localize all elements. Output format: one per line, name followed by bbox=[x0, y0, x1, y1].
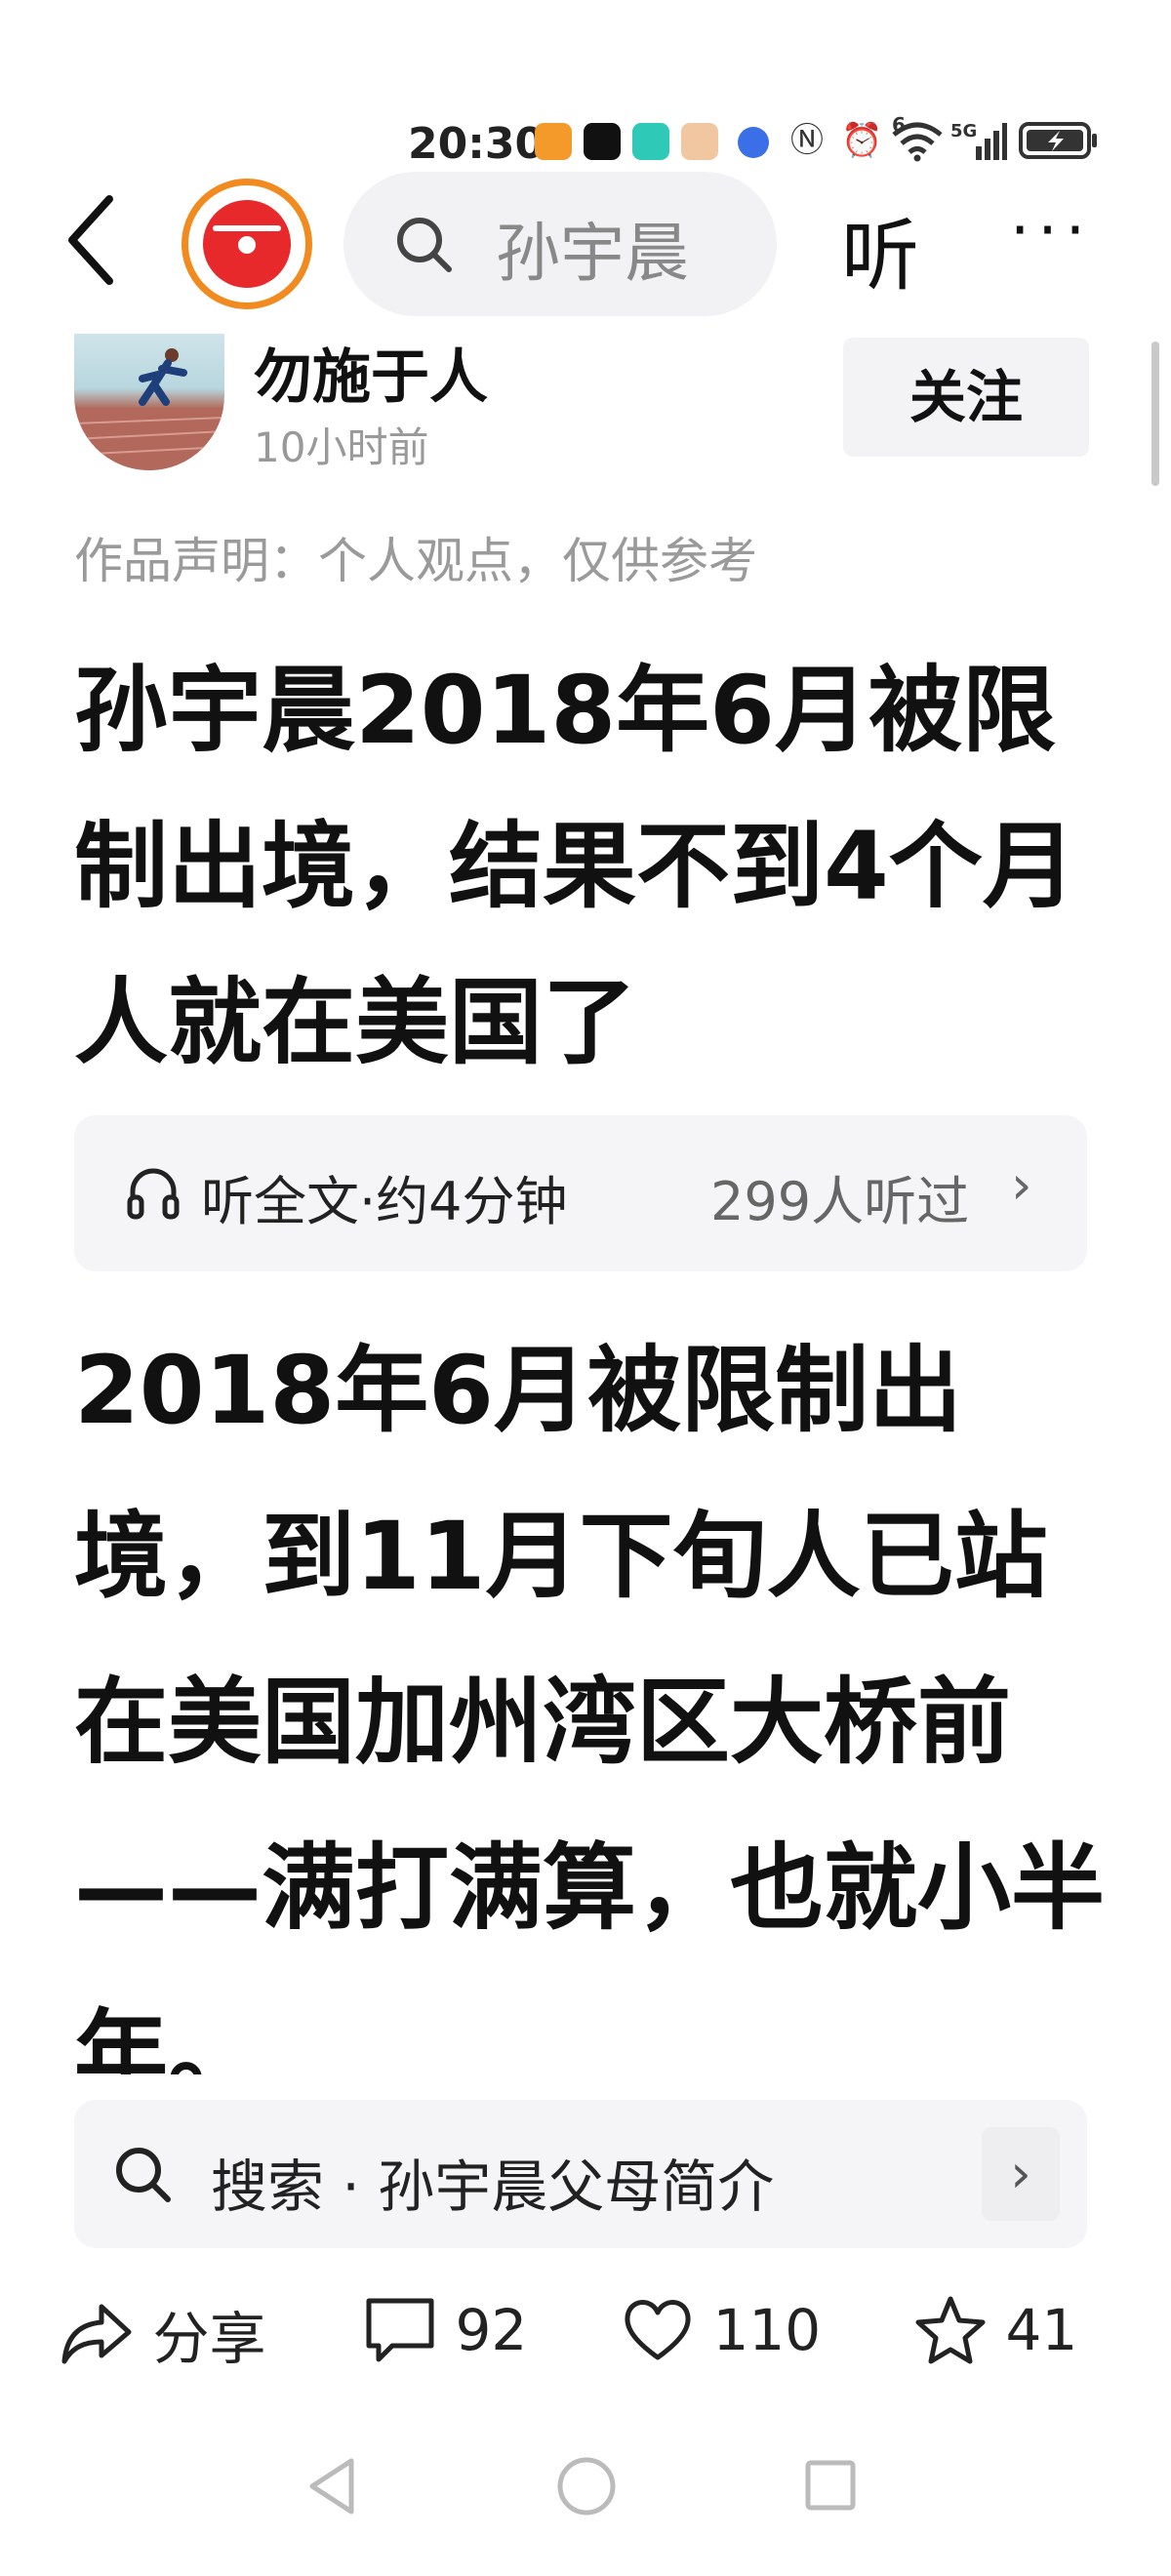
like-count: 110 bbox=[712, 2297, 822, 2363]
red-envelope-icon bbox=[203, 200, 291, 288]
status-time: 20:30 bbox=[408, 119, 545, 169]
chevron-right-icon: › bbox=[1011, 1154, 1032, 1216]
share-icon bbox=[61, 2304, 132, 2364]
star-icon bbox=[915, 2296, 986, 2364]
nav-recents-icon[interactable] bbox=[800, 2447, 859, 2525]
search-suggestion-text: 搜索 · 孙宇晨父母简介 bbox=[211, 2153, 775, 2220]
like-button[interactable]: 110 bbox=[621, 2293, 821, 2381]
app-notification-icon bbox=[681, 123, 718, 160]
search-suggestion-card[interactable]: 搜索 · 孙宇晨父母简介 › bbox=[74, 2100, 1087, 2248]
share-button[interactable]: 分享 bbox=[61, 2293, 265, 2381]
headphones-icon bbox=[127, 1168, 180, 1220]
status-bar: 20:30 Ⓝ ⏰ 6 5G bbox=[0, 57, 1171, 169]
listen-count: 299人听过 bbox=[710, 1171, 970, 1232]
favorite-count: 41 bbox=[1005, 2297, 1078, 2363]
signal-icon bbox=[976, 123, 1007, 160]
nfc-icon: Ⓝ bbox=[790, 121, 824, 160]
author-name[interactable]: 勿施于人 bbox=[254, 330, 488, 415]
listen-full-article-card[interactable]: 听全文·约4分钟 299人听过 › bbox=[74, 1115, 1087, 1271]
search-query: 孙宇晨 bbox=[496, 216, 689, 291]
app-logo-icon[interactable] bbox=[182, 179, 312, 309]
comment-count: 92 bbox=[455, 2297, 528, 2363]
share-label: 分享 bbox=[152, 2306, 266, 2372]
back-button[interactable] bbox=[61, 191, 119, 289]
app-notification-icon bbox=[632, 123, 669, 160]
listen-button[interactable]: 听 bbox=[841, 193, 919, 306]
runner-image bbox=[74, 348, 224, 470]
search-icon bbox=[116, 2148, 171, 2202]
article-body: 2018年6月被限制出境，到11月下旬人已站在美国加州湾区大桥前——满打满算，也… bbox=[74, 1336, 1105, 2074]
nav-back-icon[interactable] bbox=[303, 2447, 361, 2525]
post-time: 10小时前 bbox=[254, 423, 429, 471]
article-title: 孙宇晨2018年6月被限制出境，结果不到4个月人就在美国了 bbox=[74, 656, 1076, 1077]
comment-icon bbox=[366, 2298, 434, 2362]
scrollbar[interactable] bbox=[1151, 342, 1159, 486]
favorite-button[interactable]: 41 bbox=[913, 2293, 1077, 2381]
heart-icon bbox=[625, 2300, 691, 2360]
baidu-notification-icon bbox=[738, 127, 769, 158]
listen-label: 听全文·约4分钟 bbox=[201, 1171, 568, 1232]
search-icon bbox=[397, 218, 452, 272]
notification-app-icon bbox=[535, 123, 572, 160]
comment-button[interactable]: 92 bbox=[363, 2293, 527, 2381]
follow-button[interactable]: 关注 bbox=[843, 338, 1089, 457]
tiktok-notification-icon bbox=[584, 123, 621, 160]
content-statement: 作品声明：个人观点，仅供参考 bbox=[74, 533, 757, 589]
wifi-label: 6 bbox=[892, 113, 906, 137]
more-options-button[interactable]: ··· bbox=[1010, 195, 1093, 267]
search-bar[interactable]: 孙宇晨 bbox=[343, 172, 777, 316]
author-avatar[interactable] bbox=[74, 334, 224, 470]
alarm-icon: ⏰ bbox=[841, 121, 883, 160]
chevron-right-icon[interactable]: › bbox=[982, 2127, 1060, 2221]
nav-home-icon[interactable] bbox=[552, 2447, 621, 2525]
battery-icon bbox=[1019, 122, 1097, 159]
